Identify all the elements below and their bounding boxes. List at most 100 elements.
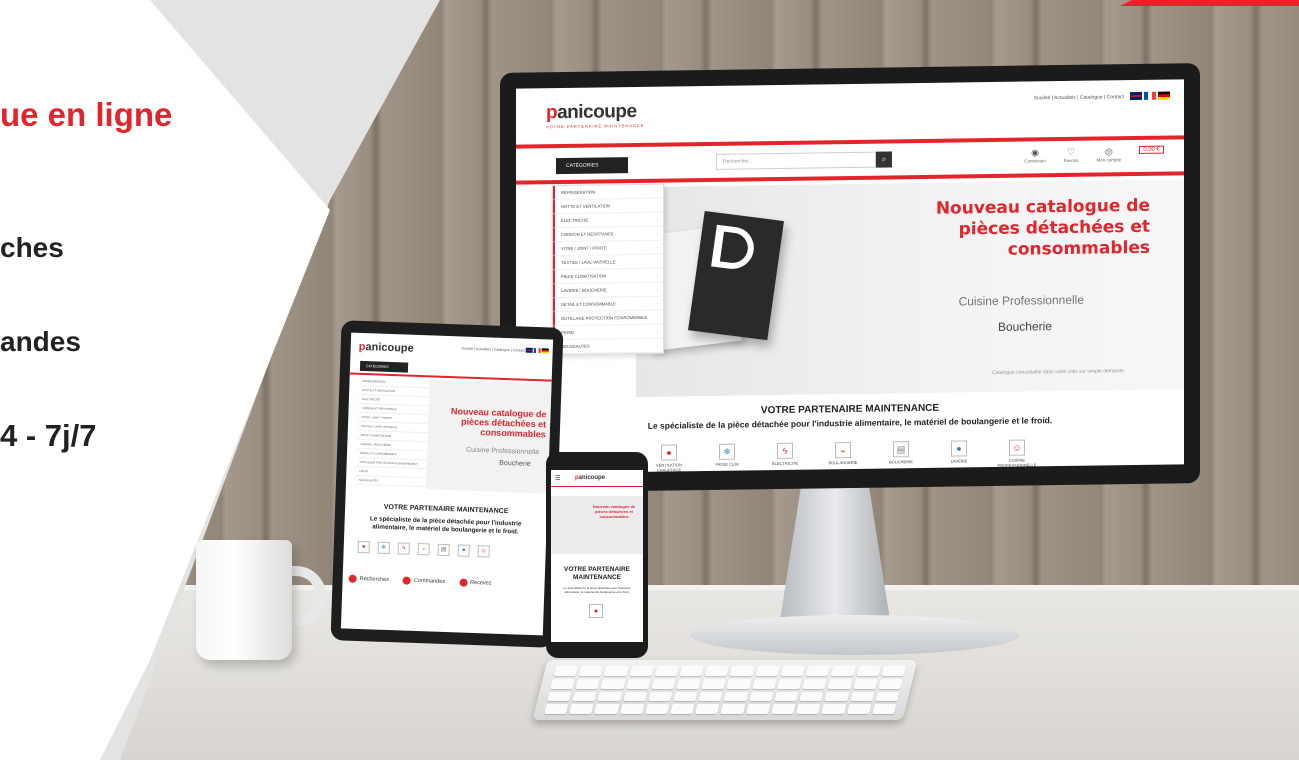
menu-item[interactable]: RÉFRIGÉRATION xyxy=(553,184,663,201)
tablet-categories-button[interactable]: CATÉGORIES xyxy=(359,360,409,373)
tablet-language-flags xyxy=(525,347,549,354)
service-boucherie[interactable]: ▤ BOUCHERIE xyxy=(878,441,924,470)
lightning-icon: ϟ xyxy=(777,442,793,460)
france-flag-icon[interactable] xyxy=(533,347,541,354)
categories-menu: RÉFRIGÉRATION HOTTE ET VENTILATION ÉLECT… xyxy=(552,183,664,356)
login-link[interactable]: ◉ Connexion xyxy=(1024,147,1046,163)
tablet-screen: panicoupe Société | Actualités | Catalog… xyxy=(340,332,554,636)
catalogue-cover-image xyxy=(688,211,784,341)
chef-icon[interactable]: ☺ xyxy=(477,545,490,558)
water-drop-icon: ● xyxy=(951,440,967,457)
menu-item[interactable]: VITRE / JOINT / PORTE xyxy=(553,240,663,257)
snowflake-icon[interactable]: ❄ xyxy=(377,541,390,555)
tablet-banner[interactable]: Nouveau catalogue de pièces détachées et… xyxy=(425,379,552,494)
step-dot-icon xyxy=(402,576,412,585)
catalogue-banner[interactable]: Nouveau catalogue de pièces détachées et… xyxy=(636,179,1184,397)
phone-red-divider xyxy=(551,486,643,487)
search-button[interactable]: ⌕ xyxy=(876,151,892,168)
site-logo[interactable]: panicoupe xyxy=(546,101,637,124)
phone-partner-description: Le spécialiste de la pièce détachée pour… xyxy=(563,586,631,594)
menu-item[interactable]: TEXTILE / LAVE-VAISSELLE xyxy=(553,254,663,271)
cart-link[interactable]: 0,00 € xyxy=(1139,145,1164,162)
step-dot-icon xyxy=(458,578,468,587)
keyboard xyxy=(532,660,918,720)
lightning-icon[interactable]: ϟ xyxy=(397,542,410,555)
phone-banner-title: Nouveau catalogue de pièces détachées et… xyxy=(592,504,636,519)
flame-icon[interactable]: ● xyxy=(357,540,370,554)
step-order[interactable]: Commandez xyxy=(402,576,445,586)
service-boulangerie[interactable]: ◒ BOULANGERIE xyxy=(820,441,866,471)
menu-item[interactable]: ÉLECTRICITÉ xyxy=(553,212,663,229)
menu-item[interactable]: HOTTE ET VENTILATION xyxy=(553,198,663,215)
germany-flag-icon[interactable] xyxy=(541,348,549,354)
hamburger-menu-icon[interactable]: ☰ xyxy=(555,475,560,482)
bread-icon[interactable]: ◒ xyxy=(417,543,430,556)
tablet-steps: Recherchez Commandez Recevez xyxy=(348,574,492,588)
tablet-device: panicoupe Société | Actualités | Catalog… xyxy=(330,320,564,648)
search-input[interactable]: Rechercher... xyxy=(716,151,876,170)
banner-note: Catalogue consultable dans votre colis s… xyxy=(991,368,1124,377)
search-icon: ⌕ xyxy=(881,154,887,164)
menu-item[interactable]: FROID xyxy=(553,324,663,341)
top-red-accent xyxy=(1120,0,1299,6)
account-link[interactable]: ◎ Mon compte xyxy=(1097,146,1122,162)
banner-subtitle: Cuisine Professionnelle xyxy=(958,292,1084,309)
tablet-logo[interactable]: panicoupe xyxy=(359,341,414,355)
menu-item[interactable]: DÉTAIL ET CONSOMMABLE xyxy=(553,296,663,313)
categories-button[interactable]: CATÉGORIES xyxy=(556,157,628,175)
menu-item[interactable]: PIÈCE CLIMATISATION xyxy=(553,268,663,285)
monitor-screen: panicoupe VOTRE PARTENAIRE MAINTENANCE S… xyxy=(516,79,1184,474)
service-cuisine[interactable]: ☺ CUISINE PROFESSIONNELLE xyxy=(994,439,1040,468)
favorites-link[interactable]: ♡ Favoris xyxy=(1064,147,1079,163)
keyboard-keys xyxy=(544,666,906,714)
meat-icon: ▤ xyxy=(893,441,909,458)
uk-flag-icon[interactable] xyxy=(525,347,533,353)
step-dot-icon xyxy=(348,574,357,583)
tablet-banner-subtitle-2: Boucherie xyxy=(499,459,531,468)
phone-screen: ☰ panicoupe Nouveau catalogue de pièces … xyxy=(551,470,643,642)
snowflake-icon: ❄ xyxy=(719,443,735,460)
chef-icon: ☺ xyxy=(1009,439,1025,456)
menu-item[interactable]: CORDON ET RÉSISTANCE xyxy=(553,226,663,243)
service-laverie[interactable]: ● LAVERIE xyxy=(936,440,982,469)
header-icons: ◉ Connexion ♡ Favoris ◎ Mon compte 0,00 € xyxy=(1024,145,1164,164)
menu-item[interactable]: OUTILLAGE PROTECTION CONSOMMABLE xyxy=(553,310,663,327)
top-links[interactable]: Société | Actualités | Catalogue | Conta… xyxy=(1034,94,1124,101)
service-electricite[interactable]: ϟ ÉLECTRICITÉ xyxy=(762,442,808,472)
tablet-banner-subtitle: Cuisine Professionnelle xyxy=(465,446,540,457)
menu-item[interactable]: LAVERIE / BOUCHERIE xyxy=(553,282,663,299)
site-tagline: VOTRE PARTENAIRE MAINTENANCE xyxy=(546,122,645,130)
uk-flag-icon[interactable] xyxy=(1130,91,1142,101)
step-receive[interactable]: Recevez xyxy=(458,578,492,587)
meat-icon[interactable]: ▤ xyxy=(437,543,450,557)
promo-headline: ue en ligne xyxy=(0,96,173,133)
brand-p-icon xyxy=(711,224,757,272)
promo-line-orders: andes xyxy=(0,326,81,357)
menu-item[interactable]: NOUVEAUTÉS xyxy=(553,338,663,355)
service-categories: ● VENTILATION CHAUFFAGE ❄ FROID CLIM ϟ ÉLEC… xyxy=(646,439,1040,473)
service-froid[interactable]: ❄ FROID CLIM xyxy=(704,443,750,472)
flame-icon[interactable]: ● xyxy=(589,604,603,618)
tablet-categories-menu: RÉFRIGÉRATION HOTTE ET VENTILATION ÉLECT… xyxy=(355,376,430,488)
service-ventilation[interactable]: ● VENTILATION CHAUFFAGE xyxy=(646,444,692,473)
smartphone-device: ☰ panicoupe Nouveau catalogue de pièces … xyxy=(546,452,648,658)
cart-total: 0,00 € xyxy=(1139,145,1164,154)
menu-item[interactable]: NOUVEAUTÉS xyxy=(355,475,427,488)
promo-line-availability: 4 - 7j/7 xyxy=(0,418,97,453)
france-flag-icon[interactable] xyxy=(1144,91,1156,100)
tablet-top-links[interactable]: Société | Actualités | Catalogue | Conta… xyxy=(461,346,524,352)
monitor-stand-base xyxy=(690,615,1020,655)
tablet-partner-description: Le spécialiste de la pièce détachée pour… xyxy=(369,515,522,536)
germany-flag-icon[interactable] xyxy=(1158,91,1170,100)
language-flags xyxy=(1130,91,1170,101)
account-icon: ◎ xyxy=(1105,146,1113,157)
phone-logo[interactable]: panicoupe xyxy=(575,475,605,481)
tablet-service-icons: ● ❄ ϟ ◒ ▤ ● ☺ xyxy=(357,540,490,558)
tablet-banner-title: Nouveau catalogue de pièces détachées et… xyxy=(450,406,547,440)
banner-title: Nouveau catalogue de pièces détachées et… xyxy=(935,195,1150,260)
flame-icon: ● xyxy=(661,444,677,461)
water-drop-icon[interactable]: ● xyxy=(457,544,470,557)
site-header: panicoupe VOTRE PARTENAIRE MAINTENANCE S… xyxy=(516,79,1184,149)
phone-banner[interactable]: Nouveau catalogue de pièces détachées et… xyxy=(551,496,643,554)
step-search[interactable]: Recherchez xyxy=(348,574,389,584)
